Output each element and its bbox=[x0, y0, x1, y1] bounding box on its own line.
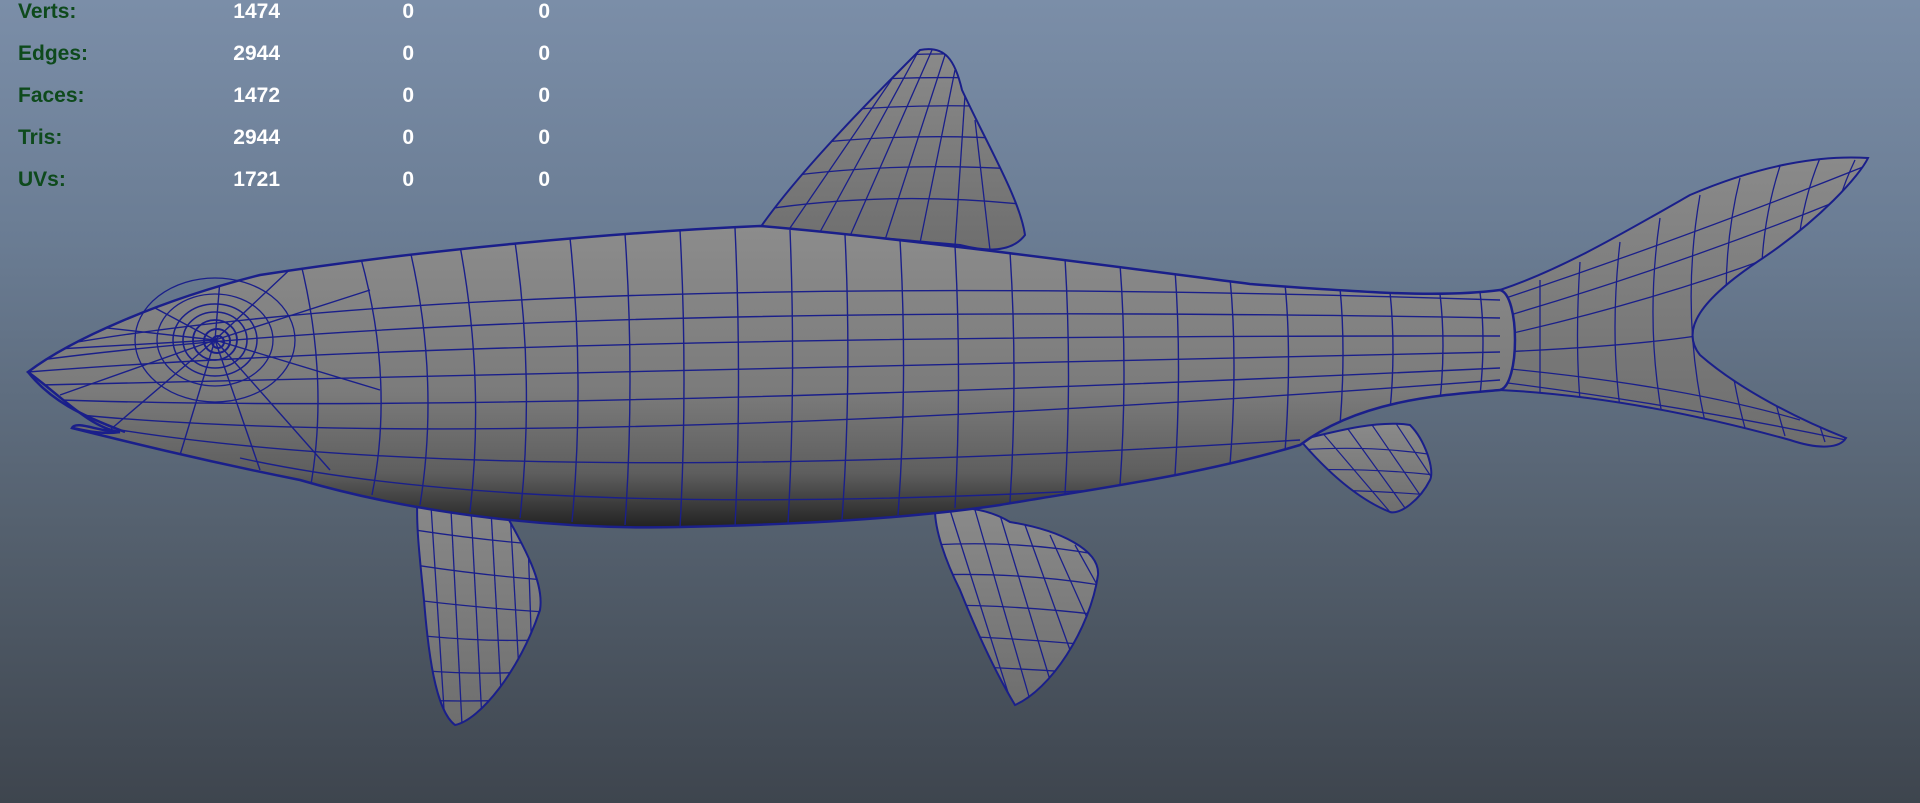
hud-value-object: 2944 bbox=[233, 42, 280, 65]
hud-value-component: 0 bbox=[538, 84, 550, 107]
hud-label: Faces: bbox=[18, 84, 85, 107]
hud-value-object: 1474 bbox=[233, 0, 280, 23]
fish-model[interactable] bbox=[0, 0, 1920, 803]
fish-body bbox=[25, 224, 1517, 529]
hud-label: UVs: bbox=[18, 168, 66, 191]
hud-value-selected: 0 bbox=[402, 42, 414, 65]
hud-value-object: 1472 bbox=[233, 84, 280, 107]
pelvic-fin bbox=[933, 507, 1100, 707]
hud-value-component: 0 bbox=[538, 168, 550, 191]
hud-value-object: 1721 bbox=[233, 168, 280, 191]
pectoral-fin bbox=[416, 486, 542, 727]
hud-value-component: 0 bbox=[538, 42, 550, 65]
hud-label: Edges: bbox=[18, 42, 89, 65]
hud-value-component: 0 bbox=[538, 126, 550, 149]
hud-label: Tris: bbox=[18, 126, 63, 149]
dorsal-fin bbox=[758, 48, 1027, 251]
anal-fin bbox=[1298, 422, 1433, 514]
hud-value-selected: 0 bbox=[402, 84, 414, 107]
tail-fin bbox=[1499, 156, 1870, 448]
hud-value-component: 0 bbox=[538, 0, 550, 23]
hud-value-object: 2944 bbox=[233, 126, 280, 149]
hud-value-selected: 0 bbox=[402, 0, 414, 23]
hud-label: Verts: bbox=[18, 0, 77, 23]
hud-value-selected: 0 bbox=[402, 126, 414, 149]
viewport[interactable]: Verts: 1474 0 0 Edges: 2944 0 0 Faces: 1… bbox=[0, 0, 1920, 803]
hud-value-selected: 0 bbox=[402, 168, 414, 191]
